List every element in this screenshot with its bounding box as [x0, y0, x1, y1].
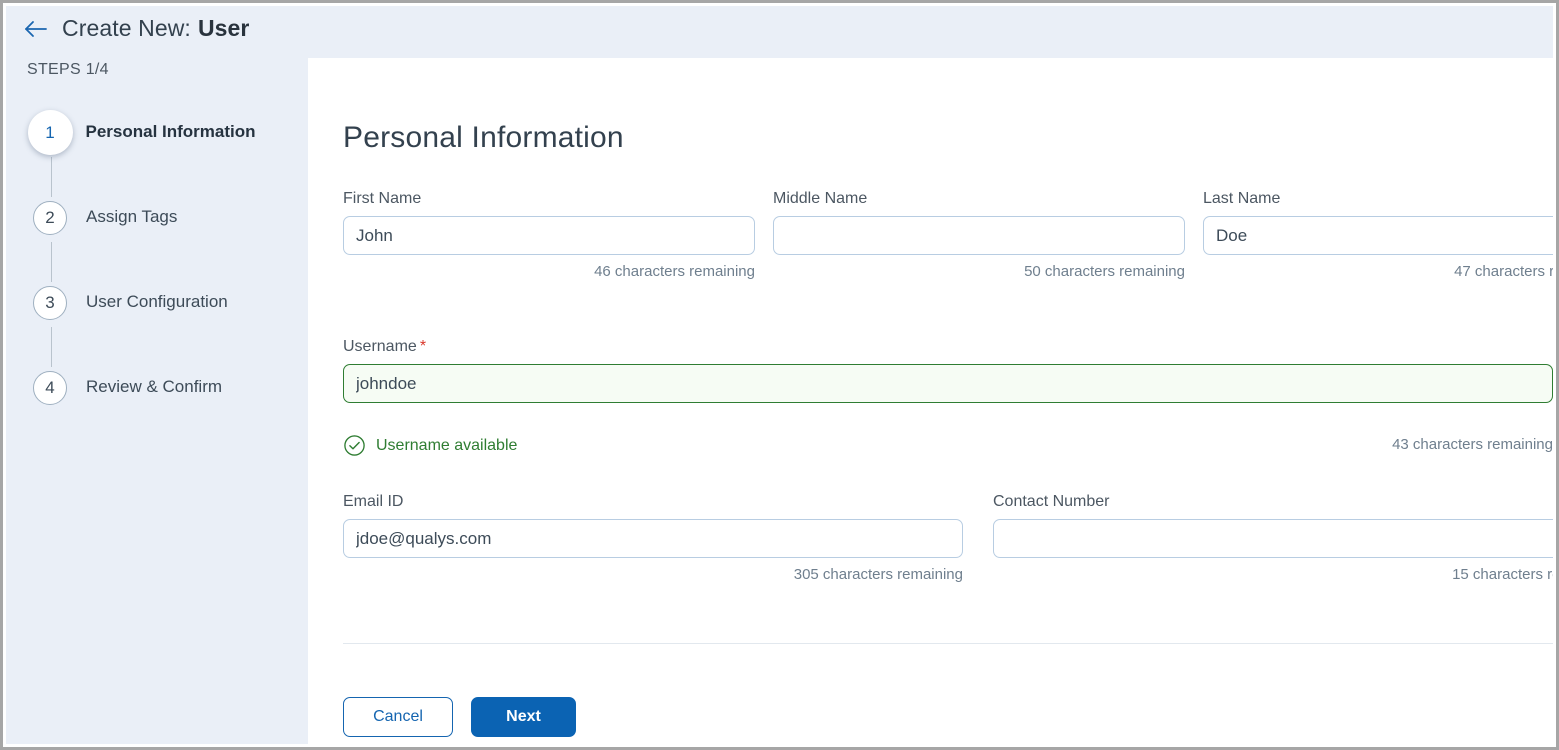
- email-label: Email ID: [343, 493, 404, 510]
- step-label: Assign Tags: [86, 207, 178, 226]
- username-availability-status: Username available: [343, 434, 517, 457]
- email-input[interactable]: [343, 519, 963, 558]
- middle-name-counter: 50 characters remaining: [1024, 263, 1185, 280]
- first-name-counter: 46 characters remaining: [594, 263, 755, 280]
- first-name-label: First Name: [343, 190, 422, 207]
- check-circle-icon: [344, 435, 365, 456]
- first-name-input[interactable]: [343, 216, 755, 255]
- step-label: User Configuration: [86, 292, 228, 311]
- step-label: Personal Information: [85, 122, 256, 141]
- step-label: Review & Confirm: [86, 377, 223, 396]
- cancel-button[interactable]: Cancel: [343, 697, 453, 737]
- username-field: Username* Username available 43 characte…: [343, 338, 1553, 456]
- step-number-badge: 4: [33, 371, 67, 405]
- sidebar-step-4[interactable]: 4 Review & Confirm: [27, 366, 287, 412]
- steps-counter-label: STEPS 1/4: [27, 61, 109, 78]
- username-counter: 43 characters remaining: [1392, 436, 1553, 453]
- step-connector: [51, 242, 52, 282]
- contact-number-input[interactable]: [993, 519, 1553, 558]
- username-input[interactable]: [343, 364, 1553, 403]
- last-name-label: Last Name: [1203, 190, 1281, 207]
- email-counter: 305 characters remaining: [793, 566, 963, 583]
- wizard-content-card: Personal Information First Name 46 chara…: [308, 58, 1553, 744]
- header-prefix: Create New:: [62, 15, 191, 41]
- page-title: Create New: User: [62, 15, 249, 42]
- middle-name-input[interactable]: [773, 216, 1185, 255]
- username-label: Username *: [343, 338, 1553, 356]
- required-asterisk: *: [419, 338, 427, 355]
- sidebar-step-3[interactable]: 3 User Configuration: [27, 281, 287, 367]
- page-header: Create New: User: [23, 15, 249, 42]
- sidebar-step-2[interactable]: 2 Assign Tags: [27, 196, 287, 282]
- footer-divider: [343, 643, 1553, 644]
- middle-name-field: Middle Name 50 characters remaining: [773, 190, 1185, 280]
- username-availability-text: Username available: [376, 436, 518, 454]
- username-label-text: Username: [343, 338, 417, 355]
- last-name-counter: 47 characters remaining: [1454, 263, 1553, 280]
- contact-number-label: Contact Number: [993, 493, 1110, 510]
- sidebar-step-1[interactable]: 1 Personal Information: [27, 110, 287, 197]
- step-connector: [51, 157, 52, 197]
- header-entity: User: [197, 15, 250, 41]
- last-name-field: Last Name 47 characters remaining: [1203, 190, 1553, 280]
- first-name-field: First Name 46 characters remaining: [343, 190, 755, 280]
- wizard-actions: Cancel Next: [343, 697, 576, 737]
- next-button[interactable]: Next: [471, 697, 576, 737]
- arrow-left-icon[interactable]: [23, 16, 49, 42]
- last-name-input[interactable]: [1203, 216, 1553, 255]
- contact-number-counter: 15 characters remaining: [1452, 566, 1553, 583]
- contact-number-field: Contact Number 15 characters remaining: [993, 493, 1553, 583]
- wizard-stepper: 1 Personal Information 2 Assign Tags 3 U…: [27, 110, 287, 412]
- step-number-badge: 1: [27, 110, 73, 155]
- step-connector: [51, 327, 52, 367]
- middle-name-label: Middle Name: [773, 190, 868, 207]
- step-number-badge: 3: [33, 286, 67, 320]
- create-user-wizard-page: Create New: User STEPS 1/4 1 Personal Inf…: [0, 0, 1559, 750]
- step-number-badge: 2: [33, 201, 67, 235]
- email-field: Email ID 305 characters remaining: [343, 493, 963, 583]
- form-section-title: Personal Information: [343, 121, 624, 154]
